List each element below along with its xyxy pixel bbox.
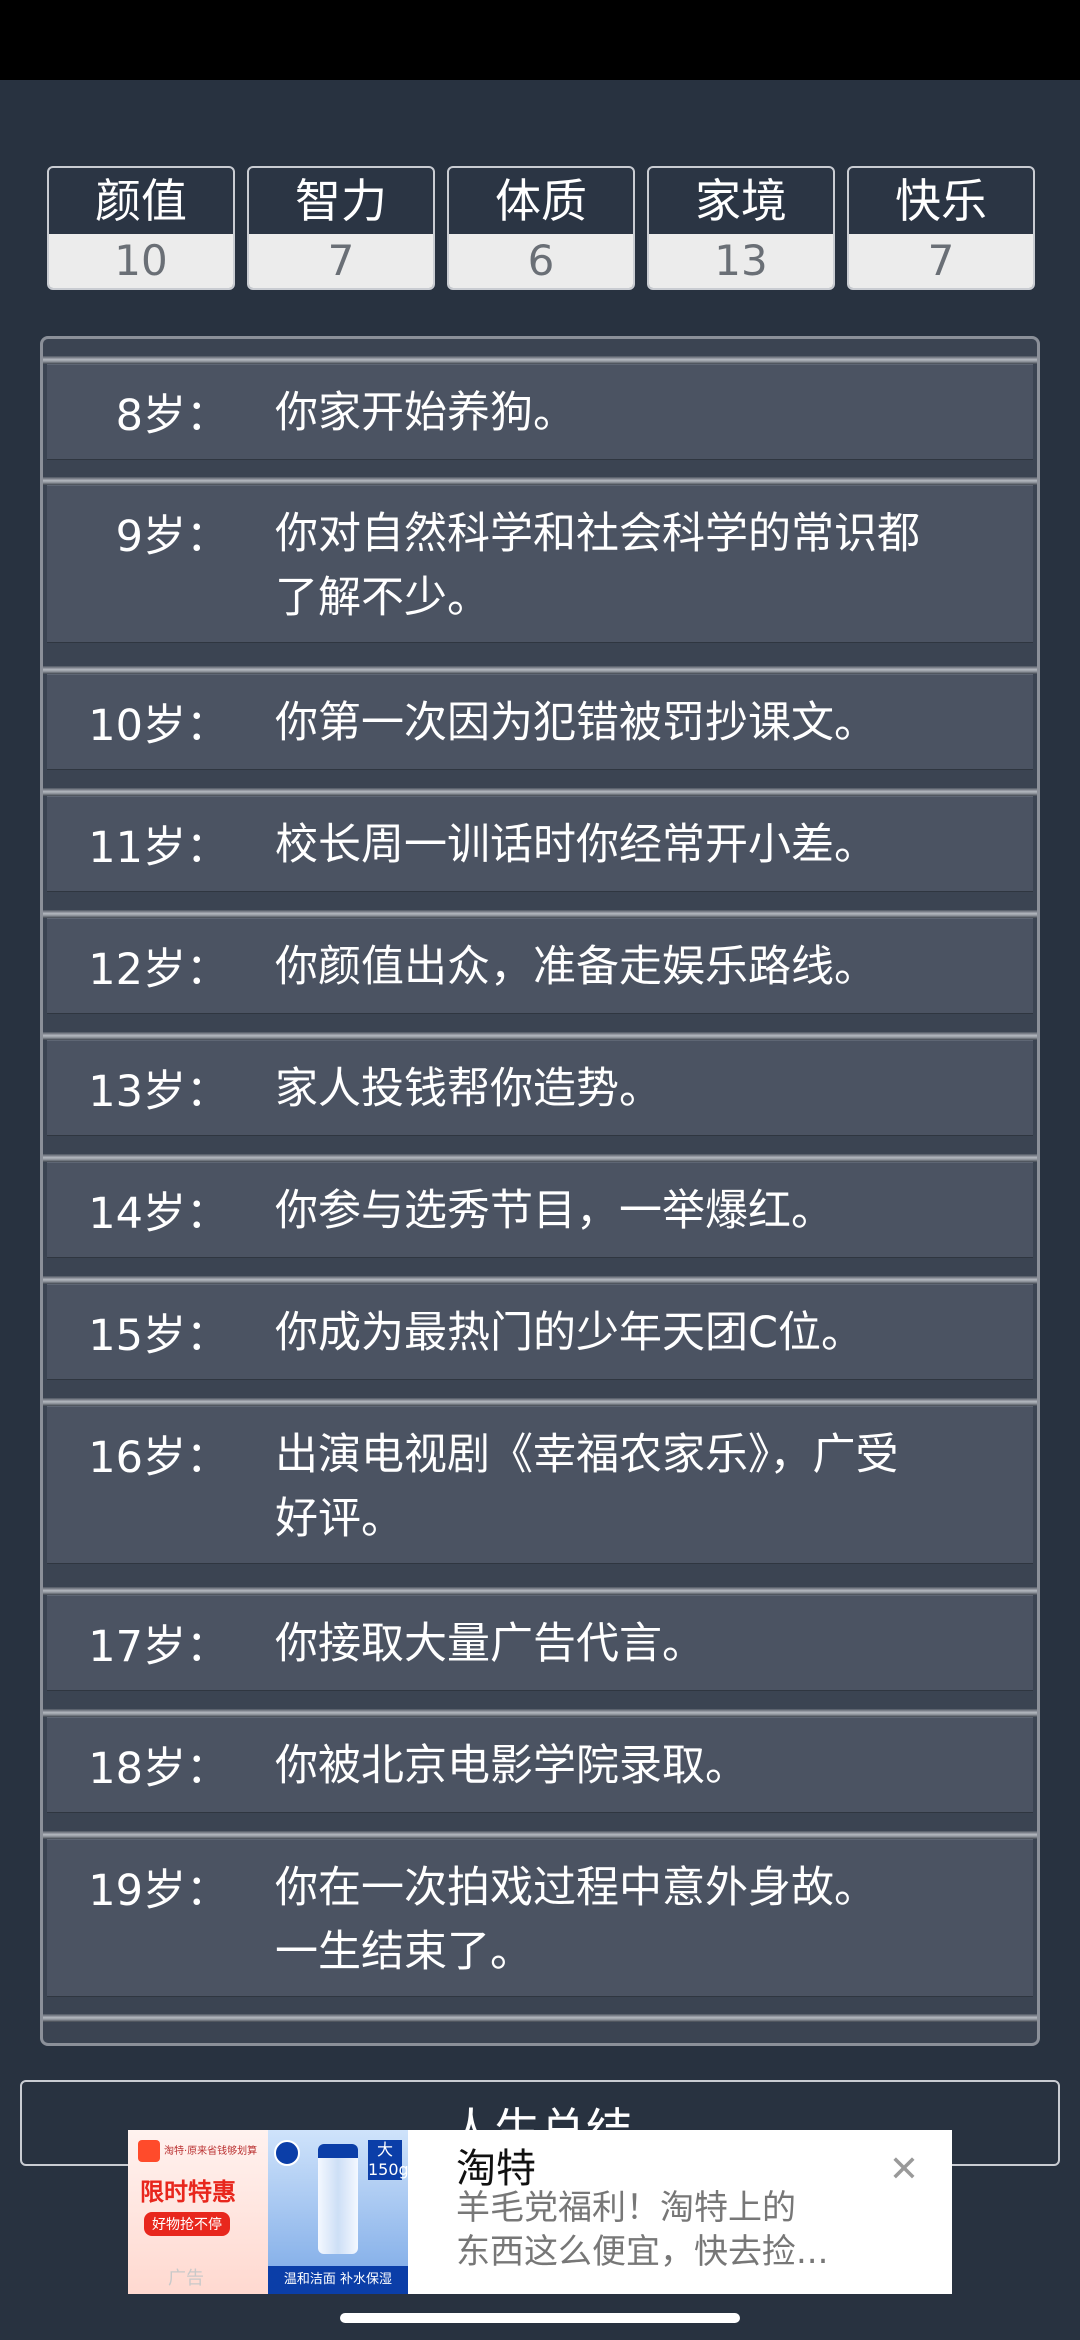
entry-age: 16岁： [88, 1433, 229, 1483]
entry-age: 9岁： [115, 512, 229, 562]
stat-label: 家境 [695, 174, 787, 228]
entry-text: 你参与选秀节目，一举爆红。 [275, 1186, 834, 1236]
life-timeline[interactable]: 8岁： 你家开始养狗。 9岁： 你对自然科学和社会科学的常识都 了解不少。 10… [40, 336, 1040, 2046]
entry-text: 校长周一训话时你经常开小差。 [275, 820, 877, 870]
stat-label: 体质 [495, 174, 587, 228]
brand-logo-icon [274, 2140, 300, 2166]
entry-text: 你成为最热门的少年天团C位。 [275, 1308, 865, 1358]
entry-text: 你颜值出众，准备走娱乐路线。 [275, 942, 877, 992]
separator [43, 1276, 1037, 1284]
timeline-entry: 14岁： 你参与选秀节目，一举爆红。 [47, 1162, 1033, 1258]
ad-product-image: 大 150g 温和洁面 补水保湿 [268, 2130, 409, 2294]
stat-value: 13 [649, 234, 833, 288]
product-caption: 温和洁面 补水保湿 [268, 2266, 408, 2294]
separator [43, 1398, 1037, 1406]
entry-age: 10岁： [88, 701, 229, 751]
entry-text: 你对自然科学和社会科学的常识都 了解不少。 [275, 509, 920, 623]
size-badge: 大 150g [368, 2140, 409, 2180]
attribute-stats: 颜值 10 智力 7 体质 6 家境 13 快乐 7 [47, 166, 1035, 290]
separator [43, 1587, 1037, 1595]
stat-label: 颜值 [95, 174, 187, 228]
stat-happiness: 快乐 7 [847, 166, 1035, 290]
separator [43, 666, 1037, 674]
entry-age: 11岁： [88, 823, 229, 873]
stat-label: 智力 [295, 174, 387, 228]
taote-logo-icon [138, 2140, 160, 2162]
ad-image-tag: 好物抢不停 [144, 2212, 230, 2236]
ad-image-small-text: 淘特·原来省钱够划算 [164, 2146, 258, 2157]
timeline-entry: 11岁： 校长周一训话时你经常开小差。 [47, 796, 1033, 892]
entry-text: 家人投钱帮你造势。 [275, 1064, 662, 1114]
separator [43, 356, 1037, 364]
timeline-entry: 12岁： 你颜值出众，准备走娱乐路线。 [47, 918, 1033, 1014]
ad-image-headline: 限时特惠 [140, 2178, 236, 2206]
entry-text: 你被北京电影学院录取。 [275, 1741, 748, 1791]
entry-age: 18岁： [88, 1744, 229, 1794]
stat-value: 6 [449, 234, 633, 288]
separator [43, 910, 1037, 918]
separator [43, 788, 1037, 796]
ad-mark-label: 广告 [168, 2268, 204, 2289]
timeline-entry: 18岁： 你被北京电影学院录取。 [47, 1717, 1033, 1813]
entry-age: 12岁： [88, 945, 229, 995]
product-tube-icon [318, 2144, 358, 2254]
separator [43, 1709, 1037, 1717]
entry-text: 你在一次拍戏过程中意外身故。 一生结束了。 [275, 1863, 877, 1977]
separator [43, 1032, 1037, 1040]
timeline-entry: 16岁： 出演电视剧《幸福农家乐》，广受 好评。 [47, 1406, 1033, 1564]
stat-label: 快乐 [895, 174, 987, 228]
entry-text: 你第一次因为犯错被罚抄课文。 [275, 698, 877, 748]
entry-age: 17岁： [88, 1622, 229, 1672]
entry-text: 你接取大量广告代言。 [275, 1619, 705, 1669]
timeline-entry: 10岁： 你第一次因为犯错被罚抄课文。 [47, 674, 1033, 770]
entry-text: 出演电视剧《幸福农家乐》，广受 好评。 [275, 1430, 899, 1544]
stat-value: 10 [49, 234, 233, 288]
stat-appearance: 颜值 10 [47, 166, 235, 290]
status-bar [0, 0, 1080, 80]
timeline-entry: 8岁： 你家开始养狗。 [47, 364, 1033, 460]
timeline-entry: 19岁： 你在一次拍戏过程中意外身故。 一生结束了。 [47, 1839, 1033, 1997]
home-indicator[interactable] [340, 2313, 740, 2323]
stat-value: 7 [249, 234, 433, 288]
entry-text: 你家开始养狗。 [275, 388, 576, 438]
entry-age: 19岁： [88, 1866, 229, 1916]
separator [43, 1831, 1037, 1839]
ad-description: 羊毛党福利！淘特上的 东西这么便宜，快去捡... [456, 2188, 829, 2272]
separator [43, 2014, 1037, 2022]
timeline-entry: 15岁： 你成为最热门的少年天团C位。 [47, 1284, 1033, 1380]
entry-age: 13岁： [88, 1067, 229, 1117]
close-icon[interactable]: ✕ [884, 2150, 924, 2190]
separator [43, 1154, 1037, 1162]
timeline-entry: 13岁： 家人投钱帮你造势。 [47, 1040, 1033, 1136]
separator [43, 477, 1037, 485]
stat-family-wealth: 家境 13 [647, 166, 835, 290]
timeline-entry: 9岁： 你对自然科学和社会科学的常识都 了解不少。 [47, 485, 1033, 643]
ad-banner[interactable]: 淘特·原来省钱够划算 限时特惠 好物抢不停 广告 大 150g 温和洁面 补水保… [128, 2130, 952, 2294]
timeline-entry: 17岁： 你接取大量广告代言。 [47, 1595, 1033, 1691]
stat-intelligence: 智力 7 [247, 166, 435, 290]
stat-constitution: 体质 6 [447, 166, 635, 290]
entry-age: 8岁： [115, 391, 229, 441]
entry-age: 15岁： [88, 1311, 229, 1361]
stat-value: 7 [849, 234, 1033, 288]
entry-age: 14岁： [88, 1189, 229, 1239]
ad-promo-image: 淘特·原来省钱够划算 限时特惠 好物抢不停 广告 [128, 2130, 268, 2294]
